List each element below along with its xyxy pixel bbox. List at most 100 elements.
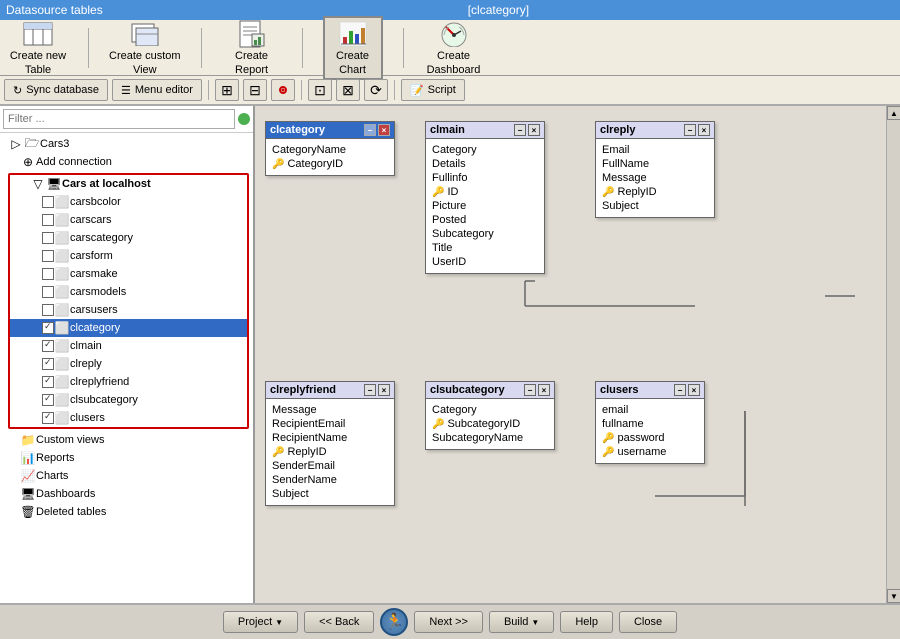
server-icon: 🖥 <box>46 176 62 192</box>
tree-item-clreplyfriend[interactable]: ⬜ clreplyfriend <box>10 373 247 391</box>
tree-add-connection[interactable]: ⊕ Add connection <box>0 153 253 171</box>
list-item[interactable]: ⬜ carsmodels <box>10 283 247 301</box>
field-row: Category <box>430 403 550 417</box>
field-row: SubcategoryName <box>430 431 550 445</box>
minimize-clcategory[interactable]: − <box>364 124 376 136</box>
close-clmain[interactable]: × <box>528 124 540 136</box>
table-icon: ⬜ <box>54 356 70 372</box>
close-clsubcategory[interactable]: × <box>538 384 550 396</box>
tree-root[interactable]: ▷ 🗁 Cars3 <box>0 135 253 153</box>
build-button[interactable]: Build ▼ <box>489 611 554 633</box>
tree-item-clusers[interactable]: ⬜ clusers <box>10 409 247 427</box>
run-button[interactable]: 🏃 <box>380 608 408 636</box>
tree-item-clreply[interactable]: ⬜ clreply <box>10 355 247 373</box>
next-button[interactable]: Next >> <box>414 611 483 633</box>
tree-item-clmain[interactable]: ⬜ clmain <box>10 337 247 355</box>
settings-button[interactable] <box>271 79 295 101</box>
grid-view-button[interactable]: ⊞ <box>215 79 239 101</box>
chart-icon <box>337 20 369 48</box>
table-body-clmain: Category Details Fullinfo 🔑ID Picture Po… <box>426 139 544 273</box>
key-icon: 🔑 <box>272 159 284 170</box>
close-clusers[interactable]: × <box>688 384 700 396</box>
list-item[interactable]: ⬜ carsform <box>10 247 247 265</box>
create-table-button[interactable]: Create new Table <box>8 20 68 76</box>
refresh-button[interactable]: ⟳ <box>364 79 388 101</box>
checkbox[interactable] <box>42 376 54 388</box>
vertical-scrollbar[interactable]: ▲ ▼ <box>886 106 900 603</box>
key-icon: 🔑 <box>602 433 614 444</box>
tree-reports[interactable]: 📊 Reports <box>0 449 253 467</box>
zoom-out-button[interactable]: ⊠ <box>336 79 360 101</box>
list-view-button[interactable]: ⊟ <box>243 79 267 101</box>
minimize-clsubcategory[interactable]: − <box>524 384 536 396</box>
create-dashboard-button[interactable]: Create Dashboard <box>424 20 484 76</box>
checkbox[interactable] <box>42 394 54 406</box>
list-item[interactable]: ⬜ carsmake <box>10 265 247 283</box>
secondary-toolbar: ↻ Sync database ☰ Menu editor ⊞ ⊟ ⊡ ⊠ ⟳ … <box>0 76 900 106</box>
create-chart-button[interactable]: Create Chart <box>323 16 383 80</box>
title-left: Datasource tables <box>6 3 103 17</box>
close-clreply[interactable]: × <box>698 124 710 136</box>
checkbox[interactable] <box>42 232 54 244</box>
tb2-sep-1 <box>208 80 209 100</box>
list-item[interactable]: ⬜ carscategory <box>10 229 247 247</box>
table-header-clreplyfriend: clreplyfriend − × <box>266 382 394 399</box>
close-clcategory[interactable]: × <box>378 124 390 136</box>
trash-icon: 🗑 <box>20 504 36 520</box>
table-clreply[interactable]: clreply − × Email FullName Message 🔑Repl… <box>595 121 715 218</box>
diagram-area[interactable]: clcategory − × CategoryName 🔑 CategoryID <box>255 106 900 603</box>
scroll-down-button[interactable]: ▼ <box>887 589 900 603</box>
help-button[interactable]: Help <box>560 611 613 633</box>
close-button[interactable]: Close <box>619 611 677 633</box>
table-clcategory[interactable]: clcategory − × CategoryName 🔑 CategoryID <box>265 121 395 176</box>
run-icon: 🏃 <box>384 612 404 632</box>
tree-item-clsubcategory[interactable]: ⬜ clsubcategory <box>10 391 247 409</box>
table-clsubcategory[interactable]: clsubcategory − × Category 🔑SubcategoryI… <box>425 381 555 450</box>
field-row: Details <box>430 157 540 171</box>
create-view-button[interactable]: Create custom View <box>109 20 181 76</box>
left-panel: ▷ 🗁 Cars3 ⊕ Add connection ▽ 🖥 Cars at l… <box>0 106 255 603</box>
minimize-clreplyfriend[interactable]: − <box>364 384 376 396</box>
filter-input[interactable] <box>3 109 235 129</box>
list-item[interactable]: ⬜ carscars <box>10 211 247 229</box>
create-report-button[interactable]: Create Report <box>222 20 282 76</box>
checkbox[interactable] <box>42 412 54 424</box>
sync-database-button[interactable]: ↻ Sync database <box>4 79 108 101</box>
checkbox[interactable] <box>42 196 54 208</box>
filter-status-dot <box>238 113 250 125</box>
collapse-icon: ▽ <box>30 176 46 192</box>
checkbox[interactable] <box>42 322 54 334</box>
tree-group-header[interactable]: ▽ 🖥 Cars at localhost <box>10 175 247 193</box>
project-button[interactable]: Project ▼ <box>223 611 298 633</box>
field-row: Subject <box>270 487 390 501</box>
title-bar: Datasource tables [clcategory] <box>0 0 900 20</box>
checkbox[interactable] <box>42 304 54 316</box>
table-clreplyfriend[interactable]: clreplyfriend − × Message RecipientEmail… <box>265 381 395 506</box>
minimize-clmain[interactable]: − <box>514 124 526 136</box>
checkbox[interactable] <box>42 268 54 280</box>
tree-dashboards[interactable]: 🖥 Dashboards <box>0 485 253 503</box>
back-button[interactable]: << Back <box>304 611 374 633</box>
menu-editor-button[interactable]: ☰ Menu editor <box>112 79 202 101</box>
minimize-clreply[interactable]: − <box>684 124 696 136</box>
toolbar-sep-4 <box>403 28 404 68</box>
checkbox[interactable] <box>42 214 54 226</box>
list-item[interactable]: ⬜ carsusers <box>10 301 247 319</box>
zoom-in-button[interactable]: ⊡ <box>308 79 332 101</box>
tree-charts[interactable]: 📈 Charts <box>0 467 253 485</box>
checkbox[interactable] <box>42 250 54 262</box>
checkbox[interactable] <box>42 358 54 370</box>
minimize-clusers[interactable]: − <box>674 384 686 396</box>
table-clusers[interactable]: clusers − × email fullname 🔑password 🔑us… <box>595 381 705 464</box>
script-button[interactable]: 📝 Script <box>401 79 465 101</box>
tree-deleted-tables[interactable]: 🗑 Deleted tables <box>0 503 253 521</box>
close-clreplyfriend[interactable]: × <box>378 384 390 396</box>
build-dropdown-arrow: ▼ <box>531 618 539 627</box>
tree-custom-views[interactable]: 📁 Custom views <box>0 431 253 449</box>
tree-item-clcategory[interactable]: ⬜ clcategory <box>10 319 247 337</box>
checkbox[interactable] <box>42 340 54 352</box>
checkbox[interactable] <box>42 286 54 298</box>
table-clmain[interactable]: clmain − × Category Details Fullinfo 🔑ID… <box>425 121 545 274</box>
list-item[interactable]: ⬜ carsbcolor <box>10 193 247 211</box>
scroll-up-button[interactable]: ▲ <box>887 106 900 120</box>
